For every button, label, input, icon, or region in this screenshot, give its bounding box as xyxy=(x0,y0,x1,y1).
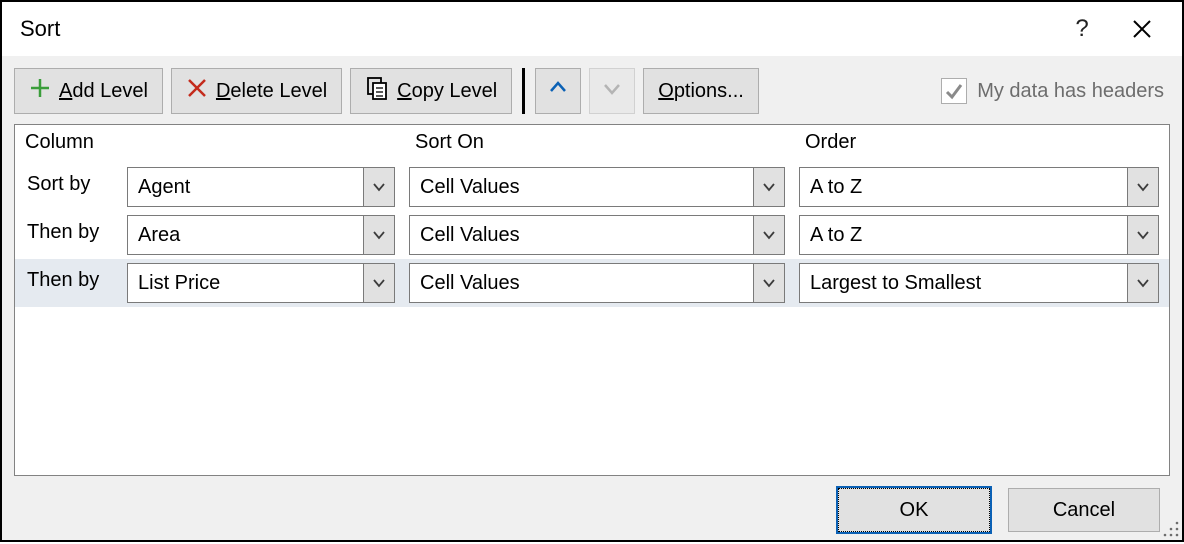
add-level-button[interactable]: Add Level xyxy=(14,68,163,114)
order-select[interactable]: A to Z xyxy=(799,167,1159,207)
cancel-button[interactable]: Cancel xyxy=(1008,488,1160,532)
level-label: Then by xyxy=(17,213,125,257)
header-sort-on: Sort On xyxy=(405,125,795,163)
help-icon[interactable]: ? xyxy=(1052,15,1112,43)
level-label: Then by xyxy=(17,261,125,305)
chevron-down-icon[interactable] xyxy=(753,263,785,303)
sort-on-select[interactable]: Cell Values xyxy=(409,263,785,303)
column-select[interactable]: Area xyxy=(127,215,395,255)
chevron-down-icon[interactable] xyxy=(1127,263,1159,303)
level-row[interactable]: Then by List Price xyxy=(15,259,405,307)
toolbar: Add Level Delete Level xyxy=(14,68,1170,114)
move-down-button[interactable] xyxy=(589,68,635,114)
add-level-label: Add Level xyxy=(59,80,148,103)
dialog-body: Add Level Delete Level xyxy=(2,56,1182,540)
titlebar: Sort ? xyxy=(2,2,1182,56)
dialog-footer: OK Cancel xyxy=(14,476,1170,532)
level-label: Sort by xyxy=(17,165,125,209)
resize-grip-icon[interactable] xyxy=(1162,520,1180,538)
header-column: Column xyxy=(15,125,405,163)
sort-on-value: Cell Values xyxy=(409,167,755,207)
delete-level-button[interactable]: Delete Level xyxy=(171,68,342,114)
move-up-button[interactable] xyxy=(535,68,581,114)
sort-on-value: Cell Values xyxy=(409,263,755,303)
order-value: A to Z xyxy=(799,167,1129,207)
chevron-down-icon xyxy=(602,78,622,104)
my-data-has-headers[interactable]: My data has headers xyxy=(941,68,1170,114)
checkbox-icon xyxy=(941,78,967,104)
delete-level-label: Delete Level xyxy=(216,80,327,103)
ok-button[interactable]: OK xyxy=(838,488,990,532)
chevron-down-icon[interactable] xyxy=(753,215,785,255)
column-value: Agent xyxy=(127,167,365,207)
x-icon xyxy=(186,77,208,105)
level-row[interactable]: Then by Area xyxy=(15,211,405,259)
headers-label: My data has headers xyxy=(977,80,1164,103)
close-icon[interactable] xyxy=(1112,18,1172,40)
levels-panel: Column Sort On Order Sort by Agent Cell xyxy=(14,124,1170,476)
order-select[interactable]: Largest to Smallest xyxy=(799,263,1159,303)
chevron-down-icon[interactable] xyxy=(363,215,395,255)
header-order: Order xyxy=(795,125,1169,163)
copy-level-label: Copy Level xyxy=(397,80,497,103)
chevron-down-icon[interactable] xyxy=(1127,167,1159,207)
order-value: A to Z xyxy=(799,215,1129,255)
chevron-up-icon xyxy=(548,78,568,104)
column-select[interactable]: List Price xyxy=(127,263,395,303)
column-value: List Price xyxy=(127,263,365,303)
order-value: Largest to Smallest xyxy=(799,263,1129,303)
column-value: Area xyxy=(127,215,365,255)
column-select[interactable]: Agent xyxy=(127,167,395,207)
copy-level-button[interactable]: Copy Level xyxy=(350,68,512,114)
level-row[interactable]: Sort by Agent xyxy=(15,163,405,211)
options-button[interactable]: Options... xyxy=(643,68,759,114)
copy-icon xyxy=(365,76,389,106)
sort-dialog: Sort ? Add Level xyxy=(0,0,1184,542)
sort-on-select[interactable]: Cell Values xyxy=(409,215,785,255)
chevron-down-icon[interactable] xyxy=(1127,215,1159,255)
options-label: Options... xyxy=(658,80,744,103)
chevron-down-icon[interactable] xyxy=(363,263,395,303)
sort-on-select[interactable]: Cell Values xyxy=(409,167,785,207)
chevron-down-icon[interactable] xyxy=(363,167,395,207)
plus-icon xyxy=(29,77,51,105)
toolbar-separator xyxy=(522,68,525,114)
sort-on-value: Cell Values xyxy=(409,215,755,255)
order-select[interactable]: A to Z xyxy=(799,215,1159,255)
dialog-title: Sort xyxy=(20,16,1052,42)
chevron-down-icon[interactable] xyxy=(753,167,785,207)
